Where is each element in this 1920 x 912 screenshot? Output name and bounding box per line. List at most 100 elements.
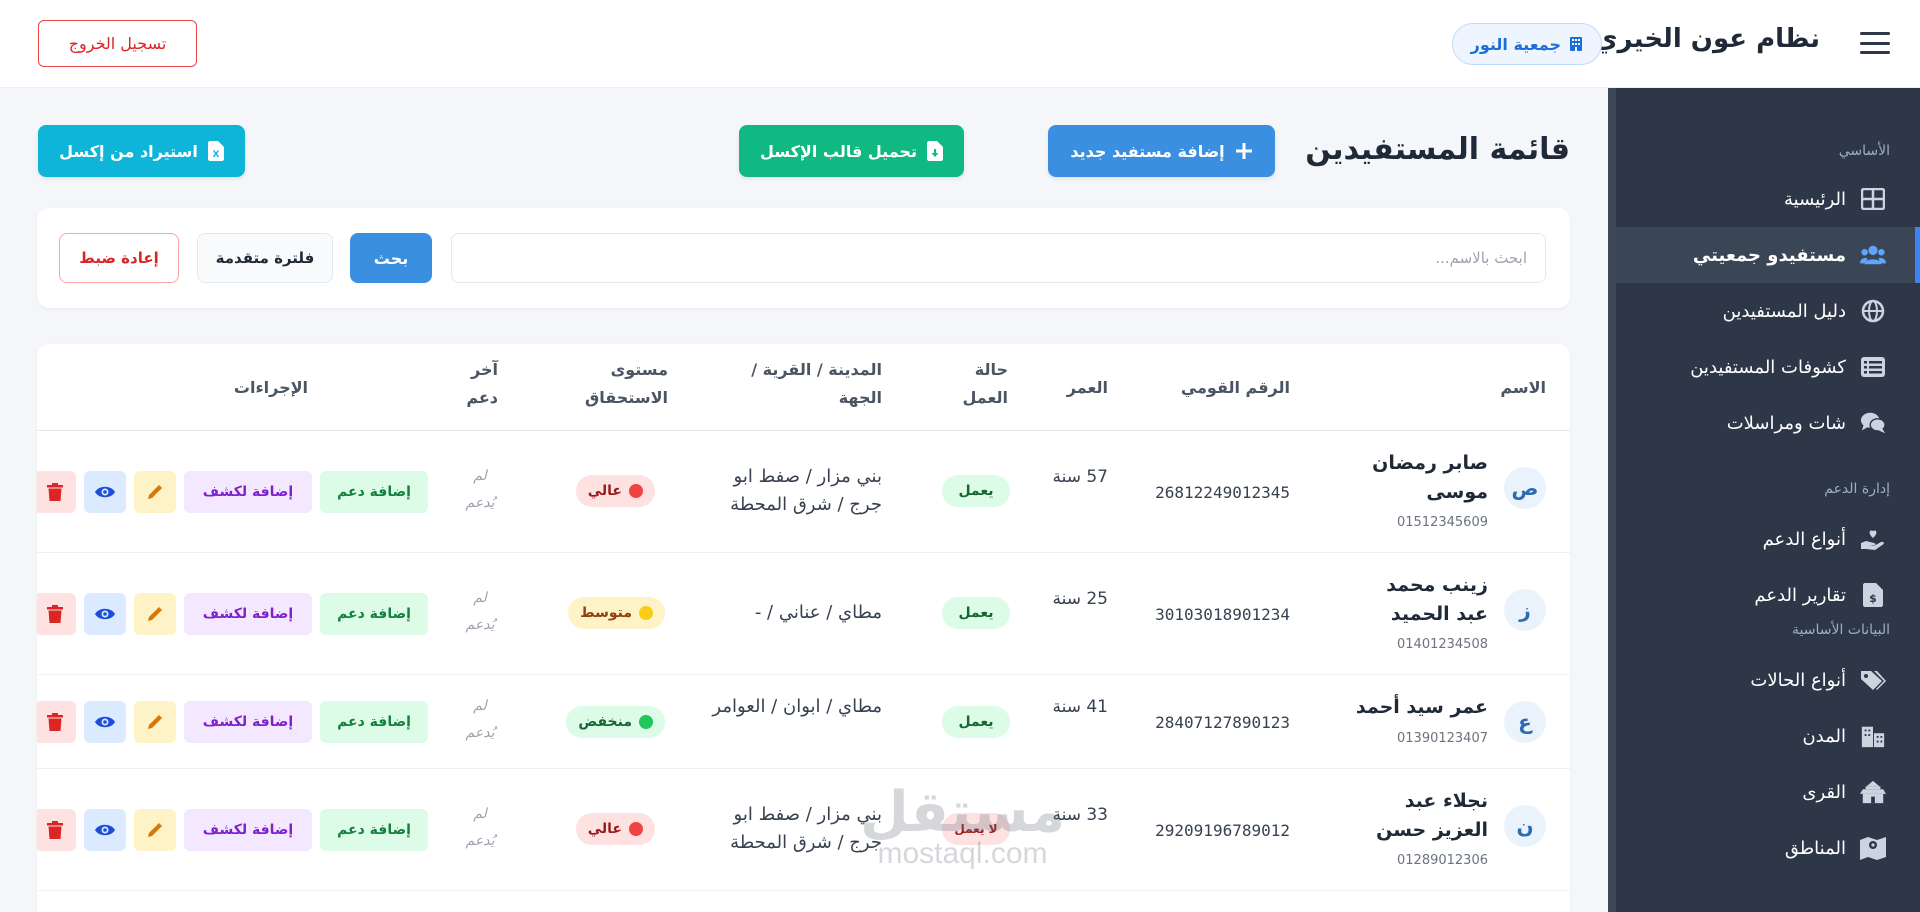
- eligibility-label: عالي: [587, 821, 622, 837]
- sidebar-item-label: المناطق: [1784, 837, 1846, 859]
- eye-icon: [95, 716, 115, 728]
- users-icon: [1860, 242, 1886, 268]
- filter-card: بحث فلترة متقدمة إعادة ضبط: [37, 208, 1570, 308]
- eligibility-badge: عالي: [575, 813, 655, 845]
- last-support: لم يُدعم: [465, 468, 495, 511]
- status-dot-icon: [629, 484, 643, 498]
- top-header: نظام عون الخيري جمعية النور تسجيل الخروج: [0, 0, 1920, 88]
- delete-button[interactable]: [37, 809, 76, 851]
- button-label: إضافة مستفيد جديد: [1070, 141, 1225, 161]
- import-excel-button[interactable]: X استيراد من إكسل: [38, 125, 245, 177]
- beneficiary-phone: 01512345609: [1397, 515, 1488, 530]
- sidebar-item-my-beneficiaries[interactable]: مستفيدو جمعيتي: [1616, 227, 1920, 283]
- sidebar-item-label: أنواع الحالات: [1750, 669, 1846, 691]
- beneficiaries-table: الاسم الرقم القومي العمر حالة العمل المدي…: [37, 344, 1570, 912]
- eligibility-label: منخفض: [578, 714, 632, 730]
- add-to-sheet-button[interactable]: إضافة لكشف: [184, 593, 312, 635]
- add-support-button[interactable]: إضافة دعم: [320, 809, 428, 851]
- eligibility-badge: متوسط: [568, 597, 665, 629]
- search-button[interactable]: بحث: [350, 233, 432, 283]
- beneficiary-phone: 01401234508: [1397, 637, 1488, 652]
- sidebar-item-label: دليل المستفيدين: [1722, 300, 1846, 322]
- th-work-status: حالة العمل: [962, 356, 1008, 412]
- sidebar-item-regions[interactable]: المناطق: [1616, 820, 1920, 876]
- sidebar-item-label: المدن: [1802, 725, 1846, 747]
- add-support-button[interactable]: إضافة دعم: [320, 701, 428, 743]
- sidebar-item-home[interactable]: الرئيسية: [1616, 171, 1920, 227]
- beneficiary-name[interactable]: عمر سيد أحمد: [1348, 693, 1488, 722]
- view-button[interactable]: [84, 471, 126, 513]
- view-button[interactable]: [84, 809, 126, 851]
- trash-icon: [47, 605, 63, 623]
- city-icon: [1860, 723, 1886, 749]
- row-actions: إضافة دعم إضافة لكشف: [37, 809, 428, 851]
- sidebar-item-case-types[interactable]: أنواع الحالات: [1616, 652, 1920, 708]
- dashboard-icon: [1860, 186, 1886, 212]
- th-actions: الإجراءات: [233, 378, 308, 397]
- table-header: الاسم الرقم القومي العمر حالة العمل المدي…: [37, 344, 1570, 431]
- edit-button[interactable]: [134, 701, 176, 743]
- pencil-icon: [148, 485, 162, 499]
- th-name: الاسم: [1500, 378, 1546, 397]
- sidebar-item-label: شات ومراسلات: [1726, 412, 1846, 434]
- sidebar-section-title: البيانات الأساسية: [1792, 622, 1890, 638]
- edit-button[interactable]: [134, 471, 176, 513]
- avatar: ع: [1504, 701, 1546, 743]
- sidebar-item-chat[interactable]: شات ومراسلات: [1616, 395, 1920, 451]
- hand-heart-icon: [1860, 526, 1886, 552]
- beneficiary-name[interactable]: زينب محمد عبد الحميد: [1348, 571, 1488, 629]
- delete-button[interactable]: [37, 701, 76, 743]
- search-input[interactable]: [451, 233, 1546, 283]
- download-template-button[interactable]: تحميل قالب الإكسل: [739, 125, 964, 177]
- map-icon: [1860, 835, 1886, 861]
- th-location: المدينة / القرية / الجهة: [751, 356, 882, 412]
- national-id: 30103018901234: [1155, 605, 1290, 624]
- trash-icon: [47, 483, 63, 501]
- add-to-sheet-button[interactable]: إضافة لكشف: [184, 471, 312, 513]
- eye-icon: [95, 824, 115, 836]
- delete-button[interactable]: [37, 471, 76, 513]
- status-dot-icon: [639, 715, 653, 729]
- beneficiary-name[interactable]: نجلاء عبد العزيز حسن: [1348, 787, 1488, 845]
- sidebar-item-support-types[interactable]: أنواع الدعم: [1616, 511, 1920, 567]
- button-label: تحميل قالب الإكسل: [760, 141, 917, 161]
- beneficiary-phone: 01390123407: [1397, 731, 1488, 746]
- th-last-support: آخر دعم: [466, 356, 498, 412]
- last-support: لم يُدعم: [465, 698, 495, 741]
- add-to-sheet-button[interactable]: إضافة لكشف: [184, 701, 312, 743]
- file-download-icon: [926, 141, 943, 161]
- row-actions: إضافة دعم إضافة لكشف: [37, 701, 428, 743]
- sidebar-item-directory[interactable]: دليل المستفيدين: [1616, 283, 1920, 339]
- work-status-badge: يعمل: [942, 597, 1010, 629]
- th-line: حالة: [974, 360, 1008, 379]
- sidebar-item-cities[interactable]: المدن: [1616, 708, 1920, 764]
- location: مطاي / عناني / -: [754, 602, 882, 623]
- building-icon: [1570, 37, 1582, 51]
- view-button[interactable]: [84, 701, 126, 743]
- add-to-sheet-button[interactable]: إضافة لكشف: [184, 809, 312, 851]
- sidebar-item-sheets[interactable]: كشوفات المستفيدين: [1616, 339, 1920, 395]
- sidebar-item-support-reports[interactable]: $ تقارير الدعم: [1616, 567, 1920, 623]
- sidebar: الأساسي الرئيسية مستفيدو جمعيتي دليل الم…: [1608, 88, 1920, 912]
- add-beneficiary-button[interactable]: إضافة مستفيد جديد: [1048, 125, 1275, 177]
- menu-toggle-icon[interactable]: [1860, 32, 1890, 54]
- edit-button[interactable]: [134, 809, 176, 851]
- logout-button[interactable]: تسجيل الخروج: [38, 20, 197, 67]
- avatar: ن: [1504, 805, 1546, 847]
- work-status-badge: يعمل: [942, 475, 1010, 507]
- eligibility-badge: عالي: [575, 475, 655, 507]
- advanced-filter-button[interactable]: فلترة متقدمة: [197, 233, 333, 283]
- view-button[interactable]: [84, 593, 126, 635]
- delete-button[interactable]: [37, 593, 76, 635]
- sidebar-item-villages[interactable]: القرى: [1616, 764, 1920, 820]
- add-support-button[interactable]: إضافة دعم: [320, 471, 428, 513]
- report-icon: $: [1860, 582, 1886, 608]
- pencil-icon: [148, 607, 162, 621]
- reset-button[interactable]: إعادة ضبط: [59, 233, 179, 283]
- beneficiary-name[interactable]: صابر رمضان موسى: [1348, 449, 1488, 507]
- th-line: الجهة: [838, 388, 882, 407]
- table-row: ع عمر سيد أحمد 01390123407 2840712789012…: [37, 675, 1570, 769]
- add-support-button[interactable]: إضافة دعم: [320, 593, 428, 635]
- edit-button[interactable]: [134, 593, 176, 635]
- avatar: ص: [1504, 467, 1546, 509]
